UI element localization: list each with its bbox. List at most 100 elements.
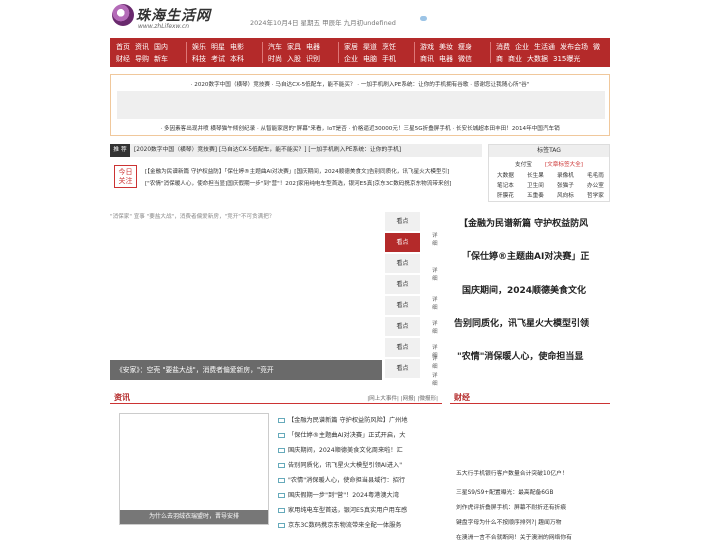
- slideshow-title-bar[interactable]: 《安家》：空壳 "要盐大战"，消费者偏爱新房，"竞开: [110, 360, 382, 380]
- recommend-line[interactable]: [【金融为民谱新篇 守护权益防】「保仕婷®主题曲AI对决赛」[国庆期间，2024…: [145, 166, 485, 178]
- nav-link[interactable]: 科技: [192, 55, 206, 63]
- ad-banner-placeholder[interactable]: [117, 91, 605, 119]
- nav-link[interactable]: 考试: [211, 55, 225, 63]
- nav-link[interactable]: 娱乐: [192, 43, 206, 51]
- tab-kandian[interactable]: 看点: [385, 338, 420, 357]
- tag-link[interactable]: 办公室: [587, 181, 604, 189]
- tag-link[interactable]: 长生果: [527, 171, 544, 179]
- slideshow[interactable]: "消保家" 宣事 "要盐大战"，消费者偏爱新房，"竞开"不可贪满把？ 《安家》：…: [110, 212, 382, 380]
- list-item[interactable]: 键盘字母为什么不按顺序排列?| 趣闻万物: [456, 517, 561, 526]
- headline[interactable]: 【金融为民谱新篇 守护权益防风: [459, 216, 588, 229]
- list-item[interactable]: 京东3C数码携京东物流带来全配一体服务: [278, 518, 401, 533]
- detail-link[interactable]: 详细: [432, 319, 442, 335]
- nav-link[interactable]: 资讯: [135, 43, 149, 51]
- nav-link[interactable]: 本科: [230, 55, 244, 63]
- news-image[interactable]: 为什么去羽绒衣瑞盟时，晋导安排: [119, 413, 269, 525]
- nav-link[interactable]: 电器: [439, 55, 453, 63]
- list-item[interactable]: 告别同质化，讯飞星火大模型引领AI进入": [278, 458, 402, 473]
- nav-link[interactable]: 315曝光: [553, 55, 580, 63]
- tag-link[interactable]: 卫生间: [527, 181, 544, 189]
- nav-link[interactable]: 家具: [287, 43, 301, 51]
- detail-link[interactable]: 详细: [432, 231, 442, 247]
- list-item[interactable]: 「保仕婷®主题曲AI对决赛」正式开启，大: [278, 428, 405, 443]
- tag-link[interactable]: 笔记本: [497, 181, 514, 189]
- tag-link[interactable]: 支付宝: [515, 160, 532, 168]
- tab-kandian[interactable]: 看点: [385, 212, 420, 231]
- nav-link[interactable]: 企业: [344, 55, 358, 63]
- list-item[interactable]: 刘作虎评折叠屏手机：屏幕不耐折还有折痕: [456, 502, 566, 511]
- headline[interactable]: "农情"消保暖人心，使命担当显: [457, 349, 583, 362]
- nav-link[interactable]: 消费: [496, 43, 510, 51]
- finance-section-title[interactable]: 财经: [454, 392, 470, 403]
- nav-link[interactable]: 大数据: [527, 55, 548, 63]
- nav-link[interactable]: 家居: [344, 43, 358, 51]
- ad-links-top[interactable]: · 2020数字中国（横琴）竞技赛 · 马自达CX-5低配车，能不能买？ · 一…: [111, 80, 609, 88]
- nav-link[interactable]: 商业: [508, 55, 522, 63]
- ad-links-bottom[interactable]: · 多因素客出现井喷 横琴猫午倾创纪录 · 从智能家居的"屏幕"来看，IoT是否…: [111, 124, 609, 132]
- nav-link[interactable]: 瘦身: [458, 43, 472, 51]
- detail-link[interactable]: 详细: [432, 371, 442, 387]
- list-item[interactable]: 三星S9/S9+配置曝光：最高配备6GB: [456, 487, 553, 496]
- tag-link[interactable]: 五重奏: [527, 191, 544, 199]
- list-item[interactable]: 国庆假期一步"到"营"！2024粤港澳大湾: [278, 488, 399, 503]
- detail-link[interactable]: 详细: [432, 354, 442, 370]
- tab-kandian[interactable]: 看点: [385, 233, 420, 252]
- nav-link[interactable]: 生活通: [534, 43, 555, 51]
- headline[interactable]: 「保仕婷®主题曲AI对决赛」正: [462, 249, 589, 262]
- tag-link[interactable]: 大数据: [497, 171, 514, 179]
- tab-kandian[interactable]: 看点: [385, 254, 420, 273]
- nav-link[interactable]: 识别: [306, 55, 320, 63]
- headline[interactable]: 国庆期间，2024顺德美食文化: [462, 283, 586, 296]
- list-item[interactable]: "农情"消保暖人心，使命担当县域行：招行: [278, 473, 405, 488]
- list-item-text: 家用纯电车型首选，银河E5真实用户用车感: [288, 507, 408, 514]
- nav-link[interactable]: 渠道: [363, 43, 377, 51]
- nav-link[interactable]: 时尚: [268, 55, 282, 63]
- nav-link[interactable]: 商讯: [420, 55, 434, 63]
- detail-link[interactable]: 详细: [432, 295, 442, 311]
- nav-link[interactable]: 商: [496, 55, 503, 63]
- detail-link[interactable]: 详细: [432, 266, 442, 282]
- tag-link[interactable]: 哲学家: [587, 191, 604, 199]
- tag-link[interactable]: 录像机: [557, 171, 574, 179]
- nav-link[interactable]: 美妆: [439, 43, 453, 51]
- news-section-title[interactable]: 资讯: [114, 392, 130, 403]
- headline[interactable]: 告别同质化，讯飞星火大模型引领: [454, 316, 589, 329]
- nav-link[interactable]: 发布会场: [560, 43, 588, 51]
- tab-kandian[interactable]: 看点: [385, 275, 420, 294]
- nav-link[interactable]: 电器: [306, 43, 320, 51]
- nav-link[interactable]: 新车: [154, 55, 168, 63]
- tab-kandian[interactable]: 看点: [385, 296, 420, 315]
- tag-link[interactable]: 毛毛雨: [587, 171, 604, 179]
- list-item[interactable]: 国庆期间，2024顺德美食文化周来啦！汇: [278, 443, 403, 458]
- nav-link[interactable]: 明星: [211, 43, 225, 51]
- nav-link[interactable]: 电脑: [363, 55, 377, 63]
- news-image-caption[interactable]: 为什么去羽绒衣瑞盟时，晋导安排: [120, 510, 268, 524]
- tab-kandian[interactable]: 看点: [385, 317, 420, 336]
- nav-link[interactable]: 汽车: [268, 43, 282, 51]
- nav-link[interactable]: 微信: [458, 55, 472, 63]
- list-item[interactable]: 家用纯电车型首选，银河E5真实用户用车感: [278, 503, 407, 518]
- news-section-links[interactable]: |网上大事件| |网报| |微报形|: [367, 394, 438, 402]
- nav-link[interactable]: 微: [593, 43, 600, 51]
- tag-link[interactable]: 肝膜花: [497, 191, 514, 199]
- nav-link[interactable]: 手机: [382, 55, 396, 63]
- weather-widget[interactable]: [418, 16, 498, 26]
- nav-link[interactable]: 财经: [116, 55, 130, 63]
- recommend-line[interactable]: ["农情"消保暖人心，使命担当显]国庆假期一步"到"营"！202]家用纯电车型首…: [145, 178, 485, 190]
- nav-link[interactable]: 导购: [135, 55, 149, 63]
- list-item[interactable]: 【金融为民谱新篇 守护权益防风险】广州地: [278, 413, 408, 428]
- nav-link[interactable]: 国内: [154, 43, 168, 51]
- list-item[interactable]: 五大行手机银行客户数量合计突破10亿户！: [456, 468, 568, 477]
- nav-link[interactable]: 首页: [116, 43, 130, 51]
- recommend-links[interactable]: [2020数字中国（横琴）竞技赛] [马自达CX-5低配车，能不能买？] [一加…: [134, 144, 401, 157]
- tag-link[interactable]: [文章标签大全]: [545, 160, 583, 168]
- nav-link[interactable]: 入股: [287, 55, 301, 63]
- tab-kandian[interactable]: 看点: [385, 359, 420, 378]
- nav-link[interactable]: 游戏: [420, 43, 434, 51]
- nav-link[interactable]: 电影: [230, 43, 244, 51]
- nav-link[interactable]: 烹饪: [382, 43, 396, 51]
- tag-link[interactable]: 张猫子: [557, 181, 574, 189]
- nav-link[interactable]: 企业: [515, 43, 529, 51]
- site-logo[interactable]: 珠海生活网 www.zhLifexw.cn: [112, 4, 222, 32]
- tag-link[interactable]: 风向标: [557, 191, 574, 199]
